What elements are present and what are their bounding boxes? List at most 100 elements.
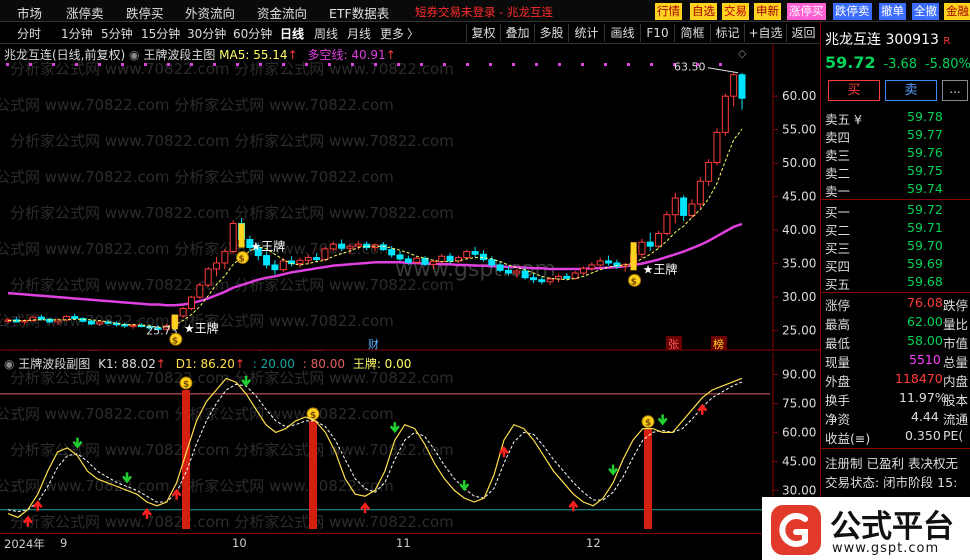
tool-overlay[interactable]: 叠加 xyxy=(500,24,534,42)
period-weekly[interactable]: 周线 xyxy=(314,25,338,42)
ask-row: 卖四 59.77 xyxy=(825,127,943,145)
axis-label: 60.00 xyxy=(782,89,816,103)
btn-cancel-all[interactable]: 全撤 xyxy=(912,3,939,20)
more-chevron-icon[interactable]: 〉 xyxy=(407,25,419,42)
candle-body xyxy=(663,214,671,234)
menu-capital-flow[interactable]: 资金流向 xyxy=(257,3,307,22)
menu-limit-up-sell[interactable]: 涨停卖 xyxy=(66,3,104,22)
bid-row: 买四 59.69 xyxy=(825,256,943,274)
sell-button[interactable]: 卖 xyxy=(885,80,937,101)
register-flag: R xyxy=(943,36,951,47)
top-marker xyxy=(627,63,630,66)
diamond-icon[interactable]: ◇ xyxy=(738,47,746,60)
btn-quote[interactable]: 行情 xyxy=(655,3,682,20)
tool-back[interactable]: 返回 xyxy=(786,24,820,42)
stats-divider xyxy=(821,292,970,293)
more-button[interactable]: ... xyxy=(942,80,968,101)
top-marker xyxy=(650,63,653,66)
top-marker xyxy=(52,63,55,66)
period-monthly[interactable]: 月线 xyxy=(347,25,371,42)
menu-market[interactable]: 市场 xyxy=(17,3,42,22)
period-more[interactable]: 更多 xyxy=(380,25,404,42)
period-30min[interactable]: 30分钟 xyxy=(187,25,226,42)
period-15min[interactable]: 15分钟 xyxy=(141,25,180,42)
indicator-circle-icon[interactable]: ◉ xyxy=(4,357,18,371)
period-5min[interactable]: 5分钟 xyxy=(101,25,133,42)
btn-cancel-order[interactable]: 撤单 xyxy=(879,3,906,20)
axis-label: 55.00 xyxy=(782,123,816,137)
watermark-text: 分析家公式网 www.70822.com 分析家公式网 www.70822.co… xyxy=(10,276,454,294)
menu-limit-down-buy[interactable]: 跌停买 xyxy=(126,3,164,22)
period-timeshare[interactable]: 分时 xyxy=(17,25,41,42)
tool-simple-frame[interactable]: 简框 xyxy=(674,24,710,42)
sub-indicator-name[interactable]: 王牌波段副图 xyxy=(18,357,90,371)
event-tag-cai: 财 xyxy=(368,337,379,351)
btn-ipo[interactable]: 申新 xyxy=(754,3,781,20)
btn-trade[interactable]: 交易 xyxy=(722,3,749,20)
buy-button[interactable]: 买 xyxy=(828,80,880,101)
tool-multi-stock[interactable]: 多股 xyxy=(534,24,568,42)
candle-body xyxy=(313,257,321,261)
oscillator-chart[interactable]: 分析家公式网 www.70822.com 分析家公式网 www.70822.co… xyxy=(0,353,820,533)
tool-add-watchlist[interactable]: +自选 xyxy=(744,24,786,42)
period-1min[interactable]: 1分钟 xyxy=(61,25,93,42)
tool-f10[interactable]: F10 xyxy=(640,24,674,42)
candle-body xyxy=(279,260,287,271)
top-marker xyxy=(535,63,538,66)
sub-chart-panel[interactable]: 分析家公式网 www.70822.com 分析家公式网 www.70822.co… xyxy=(0,353,820,533)
coin-symbol: $ xyxy=(183,380,189,390)
up-arrow-icon: ↑ xyxy=(234,357,245,371)
top-marker xyxy=(75,63,78,66)
btn-watchlist[interactable]: 自选 xyxy=(690,3,717,20)
candle-body xyxy=(504,269,512,274)
candle-body xyxy=(213,262,221,270)
axis-label: 35.00 xyxy=(782,257,816,271)
stock-title: 兆龙互连(日线,前复权) xyxy=(4,48,126,62)
btn-limit-down-sell[interactable]: 跌停卖 xyxy=(833,3,872,20)
login-status-text[interactable]: 短券交易未登录 - 兆龙互连 xyxy=(415,4,553,20)
up-arrow-icon: ↑ xyxy=(287,48,298,62)
top-marker xyxy=(604,63,607,66)
period-daily[interactable]: 日线 xyxy=(280,25,304,42)
x-label-oct: 10 xyxy=(232,536,247,550)
btn-limit-up-buy[interactable]: 涨停买 xyxy=(787,3,826,20)
tool-adjust[interactable]: 复权 xyxy=(466,24,500,42)
tool-mark[interactable]: 标记 xyxy=(710,24,744,42)
candle-body xyxy=(179,308,187,317)
axis-label: 45.00 xyxy=(782,454,816,468)
candle-body xyxy=(721,95,729,133)
menu-etf-table[interactable]: ETF数据表 xyxy=(329,3,389,22)
top-marker xyxy=(259,63,262,66)
stat-row: 换手 11.97% 股本 xyxy=(825,390,969,408)
watermark-text: 分析家公式网 www.70822.com 分析家公式网 www.70822.co… xyxy=(10,513,454,531)
candle-body xyxy=(638,241,646,255)
candle-body xyxy=(229,222,237,253)
period-60min[interactable]: 60分钟 xyxy=(233,25,272,42)
tool-statistics[interactable]: 统计 xyxy=(568,24,604,42)
candlestick-chart[interactable]: 分析家公式网 www.70822.com 分析家公式网 www.70822.co… xyxy=(0,44,820,366)
main-indicator-name[interactable]: 王牌波段主图 xyxy=(143,48,215,62)
watermark-text: 分析家公式网 www.70822.com 分析家公式网 www.70822.co… xyxy=(10,204,454,222)
btn-finance[interactable]: 金融 xyxy=(944,3,970,20)
top-marker xyxy=(489,63,492,66)
main-chart-panel[interactable]: 分析家公式网 www.70822.com 分析家公式网 www.70822.co… xyxy=(0,44,820,366)
candle-body xyxy=(37,316,45,320)
menu-foreign-flow[interactable]: 外资流向 xyxy=(185,3,235,22)
bid-row: 买二 59.71 xyxy=(825,220,943,238)
coin-symbol: $ xyxy=(239,255,245,265)
axis-label: 25.00 xyxy=(782,324,816,338)
x-label-nov: 11 xyxy=(396,536,411,550)
watermark-text: 分析家公式网 www.70822.com 分析家公式网 www.70822.co… xyxy=(0,168,394,186)
stat-row: 最高 62.00 量比 xyxy=(825,314,969,332)
indicator-circle-icon[interactable]: ◉ xyxy=(129,48,143,62)
candle-body xyxy=(513,270,521,274)
wangpai-legend: 王牌: 0.00 xyxy=(352,357,412,371)
candle-body xyxy=(538,279,546,283)
bid-row: 买五 59.68 xyxy=(825,274,943,292)
top-marker xyxy=(144,63,147,66)
top-marker xyxy=(374,63,377,66)
top-marker xyxy=(6,63,9,66)
tool-draw-line[interactable]: 画线 xyxy=(604,24,640,42)
ask-row: 卖三 59.76 xyxy=(825,145,943,163)
candle-body xyxy=(479,253,487,261)
